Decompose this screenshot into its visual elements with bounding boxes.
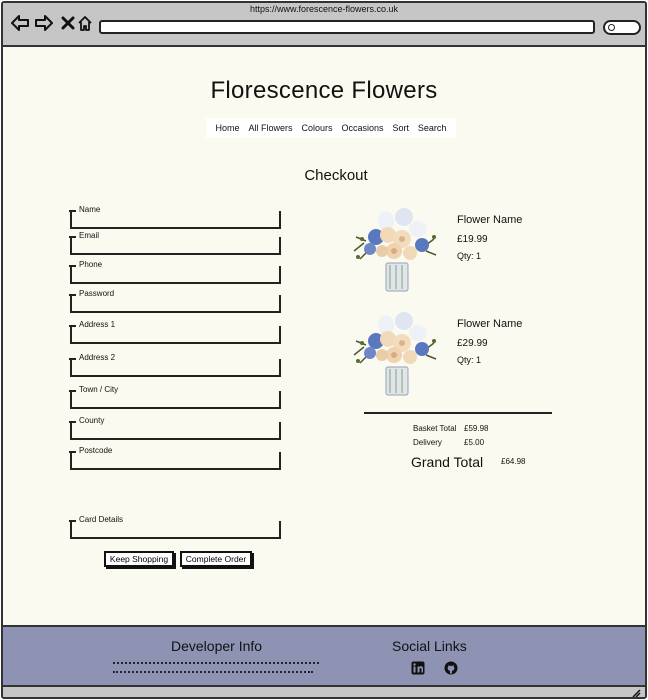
- name-input[interactable]: [72, 213, 279, 229]
- county-label: County: [68, 416, 105, 425]
- search-icon: [608, 24, 615, 31]
- basket-total-label: Basket Total: [413, 424, 457, 433]
- linkedin-icon[interactable]: [411, 661, 425, 675]
- developer-info-text-placeholder: [113, 671, 313, 675]
- postcode-input[interactable]: [72, 454, 279, 470]
- site-footer: Developer Info Social Links: [3, 625, 645, 685]
- card-details-input[interactable]: [72, 523, 279, 539]
- town-input[interactable]: [72, 393, 279, 409]
- postcode-label: Postcode: [68, 446, 113, 455]
- delivery-value: £5.00: [464, 438, 485, 447]
- complete-order-button[interactable]: Complete Order: [180, 551, 252, 567]
- browser-window: https://www.forescence-flowers.co.uk Flo…: [1, 1, 647, 699]
- phone-label: Phone: [68, 260, 103, 269]
- keep-shopping-button[interactable]: Keep Shopping: [104, 551, 174, 567]
- address2-input[interactable]: [72, 361, 279, 377]
- nav-item-sort[interactable]: Sort: [392, 123, 409, 133]
- close-x-icon[interactable]: [59, 14, 77, 32]
- password-label: Password: [68, 289, 115, 298]
- item-1-qty: Qty: 1: [457, 251, 482, 261]
- item-2-name: Flower Name: [457, 318, 523, 330]
- nav-item-home[interactable]: Home: [215, 123, 239, 133]
- card-details-label: Card Details: [68, 515, 124, 524]
- nav-item-search[interactable]: Search: [418, 123, 447, 133]
- grand-total-label: Grand Total: [411, 454, 484, 470]
- item-1-name: Flower Name: [457, 214, 523, 226]
- checkout-heading: Checkout: [304, 167, 368, 184]
- social-links-heading: Social Links: [392, 638, 467, 654]
- browser-toolbar: https://www.forescence-flowers.co.uk: [3, 3, 645, 47]
- address2-label: Address 2: [68, 353, 116, 362]
- address1-label: Address 1: [68, 320, 116, 329]
- item-2-price: £29.99: [457, 338, 488, 349]
- address-bar[interactable]: [99, 20, 595, 34]
- home-icon[interactable]: [76, 14, 94, 32]
- email-input-box[interactable]: [70, 237, 281, 255]
- delivery-label: Delivery: [413, 438, 442, 447]
- grand-total-value: £64.98: [501, 457, 526, 466]
- browser-search-box[interactable]: [603, 20, 641, 35]
- basket-total-value: £59.98: [464, 424, 489, 433]
- basket-divider: [364, 412, 552, 414]
- flower-bouquet-image: [348, 199, 444, 295]
- github-icon[interactable]: [444, 661, 458, 675]
- flower-bouquet-image: [348, 303, 444, 399]
- developer-info-heading: Developer Info: [171, 638, 263, 654]
- browser-status-bar: [3, 685, 645, 697]
- item-2-qty: Qty: 1: [457, 355, 482, 365]
- forward-arrow-icon[interactable]: [35, 14, 53, 32]
- main-nav: Home All Flowers Colours Occasions Sort …: [206, 118, 456, 138]
- email-label: Email: [68, 231, 100, 240]
- back-arrow-icon[interactable]: [11, 14, 29, 32]
- item-1-price: £19.99: [457, 234, 488, 245]
- email-input[interactable]: [72, 239, 279, 255]
- password-input[interactable]: [72, 297, 279, 313]
- nav-item-all-flowers[interactable]: All Flowers: [248, 123, 292, 133]
- phone-input[interactable]: [72, 268, 279, 284]
- url-caption: https://www.forescence-flowers.co.uk: [249, 4, 399, 14]
- nav-item-occasions[interactable]: Occasions: [341, 123, 383, 133]
- page-body: Florescence Flowers Home All Flowers Col…: [3, 47, 645, 625]
- name-label: Name: [68, 205, 101, 214]
- developer-info-text-placeholder: [113, 662, 319, 666]
- resize-grip-icon: [632, 689, 641, 697]
- county-input[interactable]: [72, 424, 279, 440]
- address1-input[interactable]: [72, 328, 279, 344]
- town-label: Town / City: [68, 385, 119, 394]
- site-title: Florescence Flowers: [210, 77, 438, 104]
- nav-item-colours[interactable]: Colours: [301, 123, 332, 133]
